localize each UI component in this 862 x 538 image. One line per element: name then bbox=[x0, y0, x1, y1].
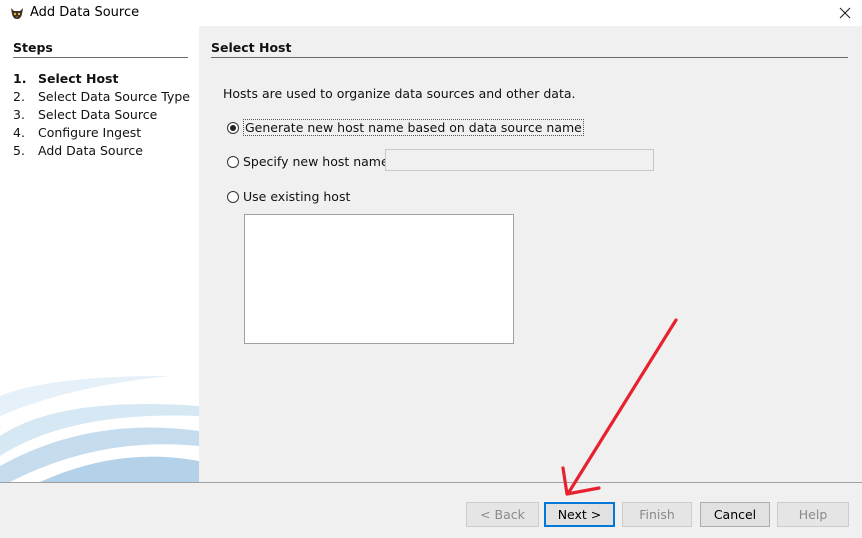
step-label: Select Data Source bbox=[38, 107, 158, 122]
finish-button[interactable]: Finish bbox=[622, 502, 692, 527]
steps-divider bbox=[13, 57, 188, 58]
close-icon bbox=[839, 7, 851, 19]
specify-host-radio[interactable] bbox=[227, 155, 239, 168]
cancel-button[interactable]: Cancel bbox=[700, 502, 770, 527]
step-label: Add Data Source bbox=[38, 143, 143, 158]
description-text: Hosts are used to organize data sources … bbox=[223, 86, 576, 101]
step-item-configure-ingest: 4. Configure Ingest bbox=[13, 125, 142, 140]
decorative-swoosh-graphic bbox=[0, 376, 199, 482]
existing-host-option[interactable]: Use existing host bbox=[227, 189, 350, 204]
autopsy-app-icon bbox=[11, 8, 23, 19]
content-divider bbox=[211, 57, 848, 58]
existing-host-list[interactable] bbox=[244, 214, 514, 344]
steps-panel: Steps 1. Select Host 2. Select Data Sour… bbox=[0, 26, 199, 482]
step-label: Select Data Source Type bbox=[38, 89, 190, 104]
generate-host-option[interactable]: Generate new host name based on data sou… bbox=[227, 119, 584, 136]
existing-host-label: Use existing host bbox=[243, 189, 351, 204]
content-header: Select Host bbox=[211, 40, 292, 55]
step-item-select-host: 1. Select Host bbox=[13, 71, 119, 86]
step-item-add-data-source: 5. Add Data Source bbox=[13, 143, 143, 158]
step-label: Select Host bbox=[38, 71, 119, 86]
existing-host-radio[interactable] bbox=[227, 190, 239, 203]
step-label: Configure Ingest bbox=[38, 125, 142, 140]
button-bar-divider bbox=[0, 482, 862, 483]
host-name-input[interactable] bbox=[385, 149, 654, 171]
steps-list: 1. Select Host 2. Select Data Source Typ… bbox=[13, 70, 190, 160]
window-title: Add Data Source bbox=[30, 5, 140, 20]
title-bar: Add Data Source bbox=[0, 0, 862, 26]
close-button[interactable] bbox=[828, 0, 862, 26]
generate-host-label: Generate new host name based on data sou… bbox=[243, 119, 584, 136]
specify-host-label: Specify new host name bbox=[243, 154, 389, 169]
specify-host-option[interactable]: Specify new host name bbox=[227, 154, 389, 169]
help-button[interactable]: Help bbox=[777, 502, 849, 527]
content-panel: Select Host Hosts are used to organize d… bbox=[199, 26, 862, 482]
generate-host-radio[interactable] bbox=[227, 121, 239, 134]
step-item-select-data-source: 3. Select Data Source bbox=[13, 107, 158, 122]
steps-header: Steps bbox=[13, 40, 53, 55]
back-button[interactable]: < Back bbox=[466, 502, 539, 527]
step-item-select-data-source-type: 2. Select Data Source Type bbox=[13, 89, 190, 104]
next-button[interactable]: Next > bbox=[544, 502, 615, 527]
